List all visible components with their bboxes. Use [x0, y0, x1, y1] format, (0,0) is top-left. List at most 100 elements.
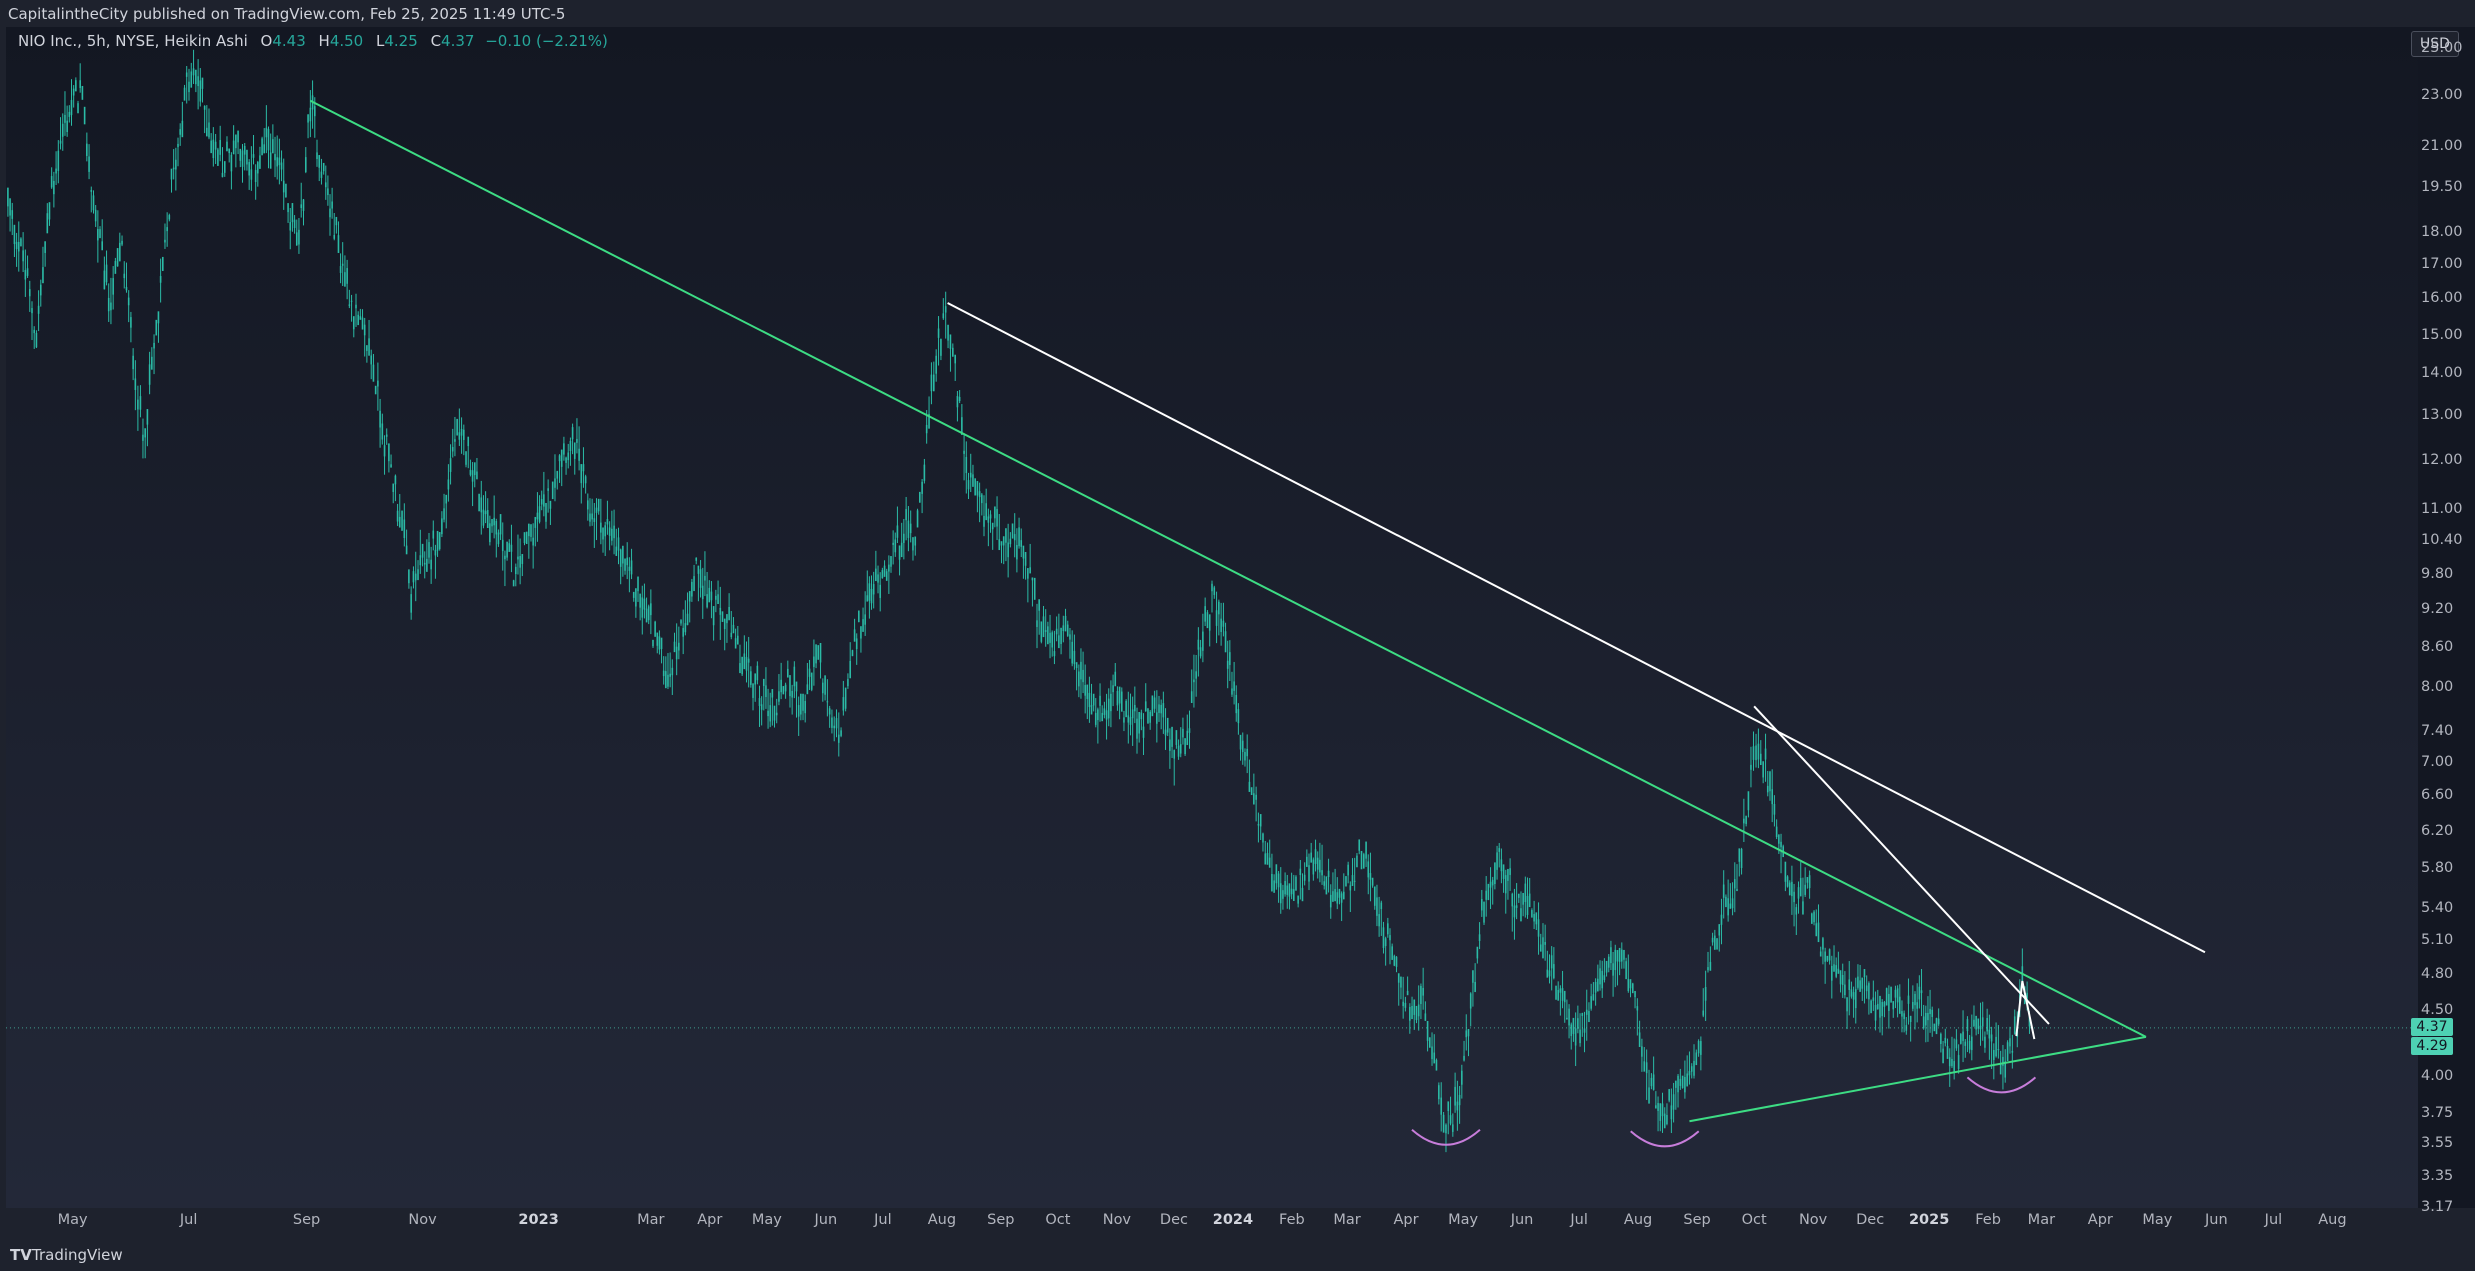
- candle-body: [1773, 803, 1776, 815]
- candle-body: [1962, 1031, 1964, 1041]
- candle-body: [942, 313, 945, 319]
- candle-body: [1094, 712, 1097, 725]
- candle-body: [1594, 981, 1597, 993]
- candle-body: [1020, 540, 1023, 547]
- candle-body: [161, 256, 164, 271]
- candle-body: [1319, 859, 1321, 873]
- candle-body: [31, 308, 33, 314]
- candle-body: [1661, 1103, 1664, 1117]
- candle-body: [465, 451, 467, 465]
- candle-body: [53, 180, 55, 195]
- candle-body: [622, 545, 624, 564]
- price-chart[interactable]: [6, 27, 2418, 1208]
- candle-body: [1211, 583, 1213, 592]
- candle-body: [885, 571, 888, 581]
- candle-body: [388, 443, 390, 462]
- candle-body: [903, 533, 905, 543]
- candle-body: [730, 632, 733, 638]
- candle-body: [978, 491, 981, 498]
- candle-body: [525, 531, 528, 545]
- candle-body: [403, 519, 406, 539]
- candle-body: [1090, 705, 1093, 715]
- candle-body: [195, 69, 197, 85]
- candle-body: [991, 522, 994, 530]
- candle-body: [1273, 880, 1275, 893]
- candle-body: [1583, 1028, 1586, 1033]
- candle-body: [1153, 697, 1156, 709]
- candle-body: [309, 107, 312, 122]
- chart-pane[interactable]: [6, 27, 2418, 1208]
- candle-body: [1253, 793, 1255, 805]
- candle-body: [1780, 841, 1782, 848]
- candle-body: [1147, 708, 1149, 724]
- candle-body: [1175, 730, 1178, 745]
- candle-body: [107, 297, 110, 312]
- candle-body: [142, 434, 144, 441]
- candle-body: [501, 539, 504, 552]
- candle-body: [339, 266, 342, 273]
- candle-body: [192, 68, 195, 76]
- candle-body: [715, 595, 717, 600]
- candle-body: [1645, 1062, 1648, 1074]
- candle-body: [22, 250, 24, 262]
- candle-body: [499, 514, 502, 535]
- candle-body: [769, 705, 772, 722]
- candle-body: [1456, 1101, 1459, 1111]
- candle-body: [1409, 1006, 1411, 1021]
- candle-body: [445, 494, 448, 504]
- candle-body: [1995, 1036, 1997, 1057]
- candle-body: [737, 635, 739, 645]
- candle-body: [1707, 967, 1709, 971]
- candle-body: [1743, 818, 1745, 824]
- candle-body: [1833, 964, 1835, 972]
- candle-body: [1550, 955, 1553, 969]
- candle-body: [1347, 864, 1349, 876]
- candle-body: [449, 458, 452, 472]
- candle-body: [1169, 739, 1171, 751]
- candle-body: [1953, 1061, 1955, 1072]
- candle-body: [523, 532, 526, 544]
- candle-body: [851, 650, 854, 657]
- candle-body: [985, 503, 987, 521]
- candle-body: [1750, 764, 1752, 770]
- candle-body: [888, 564, 890, 572]
- candle-body: [1531, 910, 1533, 918]
- price-tick-label: 13.00: [2421, 407, 2463, 423]
- candle-body: [181, 120, 184, 138]
- candle-body: [1502, 864, 1505, 879]
- candle-body: [291, 203, 294, 223]
- time-tick-label: Nov: [1102, 1212, 1132, 1228]
- candle-body: [701, 585, 704, 600]
- candle-body: [1340, 893, 1343, 903]
- candle-body: [1620, 949, 1623, 962]
- candle-body: [1071, 641, 1073, 664]
- candle-body: [214, 141, 217, 150]
- candle-body: [536, 512, 539, 520]
- candle-body: [1246, 748, 1248, 757]
- candle-body: [1131, 709, 1134, 719]
- candle-body: [1784, 861, 1787, 882]
- candle-body: [815, 644, 817, 664]
- candle-body: [1149, 711, 1151, 723]
- candle-body: [1500, 859, 1503, 872]
- candle-body: [419, 555, 422, 566]
- candle-body: [699, 569, 702, 588]
- candle-body: [538, 506, 541, 522]
- candle-body: [1496, 852, 1498, 870]
- time-tick-label: Jun: [2205, 1212, 2228, 1228]
- candle-body: [754, 673, 756, 685]
- candle-body: [551, 481, 554, 500]
- candle-body: [1677, 1075, 1679, 1093]
- candle-body: [732, 624, 735, 634]
- candle-body: [1553, 964, 1555, 979]
- candle-body: [410, 594, 412, 613]
- candle-body: [573, 442, 576, 459]
- candle-body: [1607, 956, 1610, 968]
- candle-body: [1909, 1015, 1912, 1023]
- candle-body: [363, 324, 366, 336]
- candle-body: [619, 549, 622, 567]
- time-tick-label: Aug: [1623, 1212, 1653, 1228]
- candle-body: [497, 532, 500, 545]
- candle-body: [952, 347, 954, 357]
- price-tick-label: 7.40: [2421, 723, 2454, 740]
